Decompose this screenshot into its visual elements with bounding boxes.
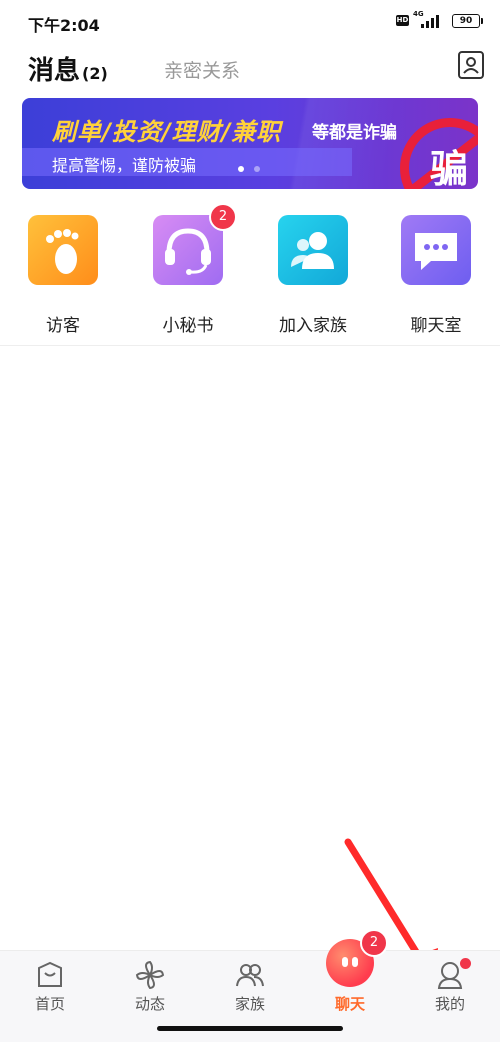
secretary-badge: 2: [209, 203, 237, 231]
chat-icon-eye: [352, 957, 358, 967]
signal-icon: [421, 15, 439, 28]
chat-badge: 2: [360, 929, 388, 957]
carousel-dot-active[interactable]: [238, 166, 244, 172]
shortcut-label: 访客: [46, 316, 80, 336]
banner-subtitle: 等都是诈骗: [312, 123, 397, 143]
profile-notification-dot: [460, 958, 471, 969]
hd-icon: HD: [396, 15, 409, 26]
battery-icon: 90: [452, 14, 483, 28]
footprint-icon: [28, 215, 98, 285]
people-icon: [278, 215, 348, 285]
banner-headline: 刷单/投资/理财/兼职: [52, 118, 282, 146]
shortcut-label: 加入家族: [279, 316, 347, 336]
banner-tagline: 提高警惕，谨防被骗: [52, 156, 197, 175]
contacts-icon[interactable]: [456, 50, 486, 80]
page-header: 消息 (2) 亲密关系: [0, 40, 500, 106]
shortcut-visitors[interactable]: 访客: [8, 215, 118, 336]
nav-label: 我的: [434, 995, 465, 1013]
nav-label: 首页: [34, 995, 65, 1013]
nav-label: 动态: [134, 995, 165, 1013]
section-divider: [0, 345, 500, 346]
tab-messages[interactable]: 消息 (2): [28, 50, 108, 106]
group-icon: [236, 964, 264, 987]
shortcut-label: 聊天室: [410, 316, 462, 336]
shortcut-join-family[interactable]: 加入家族: [258, 215, 368, 336]
home-icon: [38, 961, 62, 987]
carousel-dot[interactable]: [254, 166, 260, 172]
nav-feed[interactable]: 动态: [100, 951, 200, 1021]
nav-family[interactable]: 家族: [200, 951, 300, 1021]
chat-bubble-icon: [401, 215, 471, 285]
tab-messages-count: (2): [82, 64, 108, 83]
anti-fraud-banner[interactable]: 刷单/投资/理财/兼职 等都是诈骗 提高警惕，谨防被骗 骗: [22, 98, 478, 189]
status-time: 下午2:04: [28, 16, 100, 35]
warning-seal-char: 骗: [430, 147, 469, 189]
chat-icon-eye: [342, 957, 348, 967]
nav-label: 聊天: [334, 995, 365, 1013]
tab-relations[interactable]: 亲密关系: [164, 56, 240, 83]
shortcut-label: 小秘书: [162, 316, 214, 336]
status-bar: 下午2:04 HD 4G 90: [0, 0, 500, 40]
shortcut-chatroom[interactable]: 聊天室: [381, 215, 491, 336]
shortcut-grid: 访客 2 小秘书 加入家族 聊天室: [0, 203, 500, 340]
home-indicator[interactable]: [157, 1026, 343, 1031]
nav-me[interactable]: 我的: [400, 951, 500, 1021]
pinwheel-icon: [135, 960, 165, 990]
nav-home[interactable]: 首页: [0, 951, 100, 1021]
nav-label: 家族: [234, 995, 265, 1013]
tab-messages-label: 消息: [28, 56, 81, 86]
shortcut-secretary[interactable]: 2 小秘书: [133, 203, 243, 336]
